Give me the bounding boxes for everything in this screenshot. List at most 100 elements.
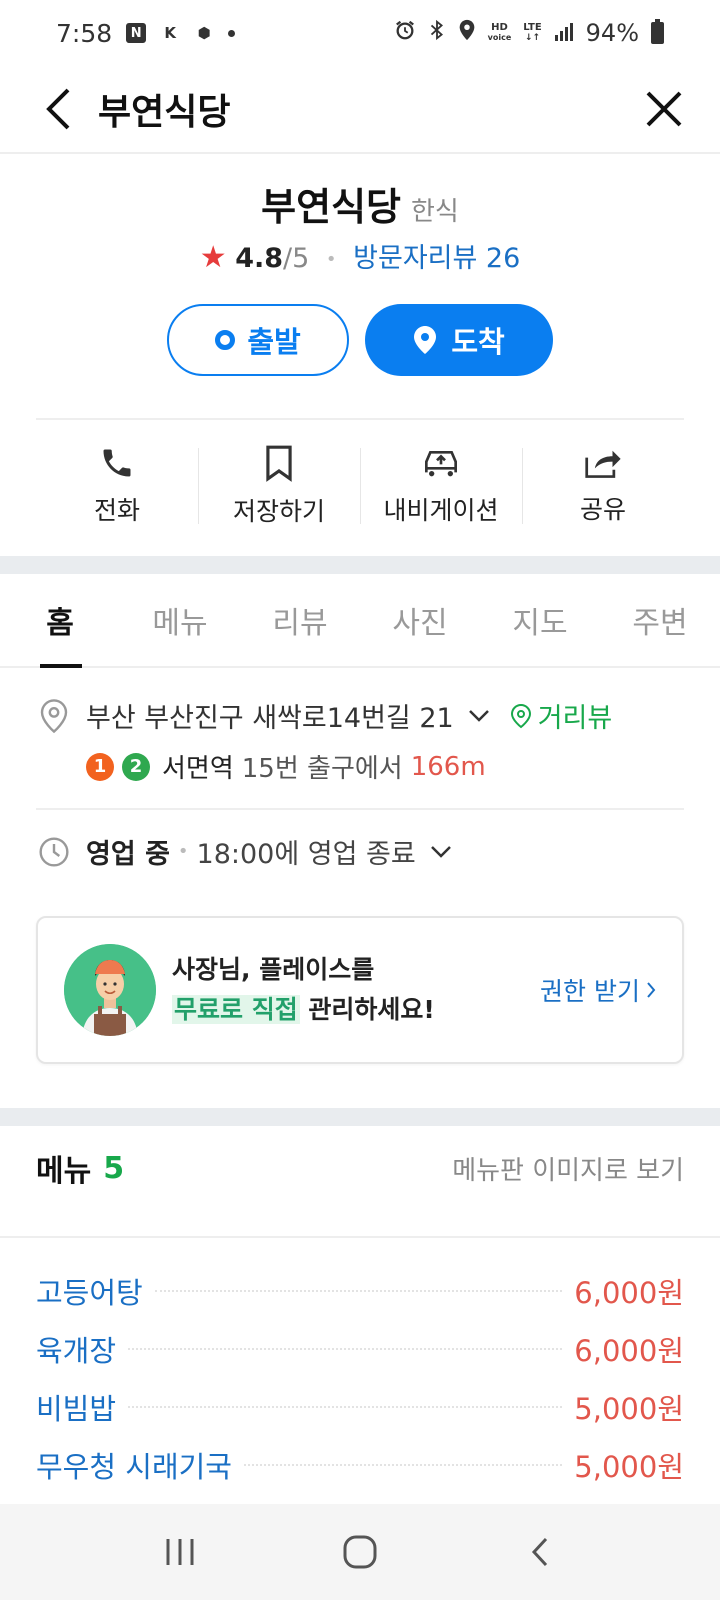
separator-dot: • [177,841,189,862]
rating-max: /5 [283,243,310,274]
address-expand-button[interactable] [468,709,490,723]
route-buttons: 출발 도착 [0,304,720,376]
chevron-right-icon [647,982,656,998]
system-back-button[interactable] [500,1512,580,1592]
station-exit: 15번 출구에서 [241,754,403,784]
owner-promo-line1: 사장님, 플레이스를 [172,955,375,984]
call-action[interactable]: 전화 [36,426,198,546]
owner-promo-card[interactable]: 사장님, 플레이스를 무료로 직접 관리하세요! 권한 받기 [36,916,684,1064]
menu-count: 5 [103,1150,125,1186]
menu-section-title: 메뉴 [36,1154,92,1189]
naver-notification-icon: N [126,23,147,43]
station-name: 서면역 [162,754,234,784]
subway-line-2-badge: 2 [122,752,150,781]
menu-item-price: 5,000원 [574,1392,684,1426]
save-action[interactable]: 저장하기 [198,426,360,546]
back-button[interactable] [30,81,86,137]
quick-actions: 전화 저장하기 내비게이션 공유 [36,426,684,546]
save-label: 저장하기 [232,497,325,526]
address-row: 부산 부산진구 새싹로14번길 21 거리뷰 [36,696,696,735]
rating-value: 4.8 [235,243,284,274]
start-button-label: 출발 [247,325,301,359]
close-button[interactable] [636,81,692,137]
tab-menu[interactable]: 메뉴 [120,574,240,666]
close-icon [646,91,682,127]
streetview-pin-icon [510,703,531,728]
chevron-down-icon [468,709,489,722]
navigation-action[interactable]: 내비게이션 [360,426,522,546]
home-icon [343,1535,377,1569]
menu-board-image-link[interactable]: 메뉴판 이미지로 보기 [452,1150,684,1187]
menu-item-name: 육개장 [36,1334,117,1368]
tab-nearby[interactable]: 주변 [600,574,720,666]
location-icon [458,19,476,47]
battery-percent: 94% [585,19,639,47]
navigation-car-icon [425,451,457,477]
lte-label: LTE [523,22,542,33]
lte-icon: LTE ↓↑ [523,22,542,44]
menu-item[interactable]: 육개장 6,000원 [36,1320,684,1378]
subway-line-1-badge: 1 [86,752,114,781]
hexagon-notification-icon: ⬢ [197,24,211,42]
start-point-icon [215,330,236,350]
hours-expand-icon [430,845,452,859]
menu-item[interactable]: 비빔밥 5,000원 [36,1378,684,1436]
tab-map[interactable]: 지도 [480,574,600,666]
arrive-button-label: 도착 [451,325,505,359]
hd-label: HD [491,22,508,33]
menu-item-name: 비빔밥 [36,1392,117,1426]
navigation-label: 내비게이션 [383,496,499,525]
chevron-down-icon [430,845,451,858]
dotted-leader [154,1290,563,1292]
dotted-leader [128,1348,563,1350]
menu-item-price: 6,000원 [574,1276,684,1310]
tab-reviews[interactable]: 리뷰 [240,574,360,666]
menu-item-name: 무우청 시래기국 [36,1450,232,1484]
dotted-leader [243,1464,563,1466]
station-distance: 166m [410,751,486,782]
separator-dot: • [325,249,337,270]
streetview-link[interactable]: 거리뷰 [510,696,612,735]
menu-header: 메뉴 5 메뉴판 이미지로 보기 [36,1128,684,1208]
top-app-bar: 부연식당 [0,66,720,154]
menu-item[interactable]: 무우청 시래기국 5,000원 [36,1436,684,1494]
dotted-leader [128,1406,563,1408]
tab-home[interactable]: 홈 [0,574,120,668]
signal-icon [554,19,574,47]
divider [36,808,684,810]
recent-apps-icon [166,1539,194,1565]
clock-icon [36,836,72,868]
alarm-icon [394,19,416,47]
tab-photos[interactable]: 사진 [360,574,480,666]
hd-voice-icon: HD voice [488,23,512,43]
rating-row: ★ 4.8/5 • 방문자리뷰 26 [0,236,720,275]
menu-item-price: 5,000원 [574,1450,684,1484]
app-notification-icon: K [164,24,176,42]
owner-promo-text: 사장님, 플레이스를 무료로 직접 관리하세요! [172,950,435,1030]
arrive-button[interactable]: 도착 [365,304,553,376]
bookmark-icon [266,445,292,482]
bluetooth-icon [428,19,446,47]
owner-avatar [64,944,156,1036]
status-time: 7:58 [56,18,113,48]
lte-arrows-icon: ↓↑ [524,33,541,43]
section-gap [0,1108,720,1126]
home-button[interactable] [320,1512,400,1592]
divider [36,418,684,420]
menu-item[interactable]: 고등어탕 6,000원 [36,1262,684,1320]
map-pin-icon [36,698,72,734]
star-icon: ★ [199,240,227,275]
visitor-review-link[interactable]: 방문자리뷰 26 [353,243,520,274]
place-category: 한식 [411,197,459,227]
hours-row[interactable]: 영업 중 • 18:00에 영업 종료 [36,832,472,871]
status-bar: 7:58 N K ⬢ HD voice LTE ↓↑ 94% [0,0,720,66]
subway-row: 1 2 서면역 15번 출구에서 166m [86,748,486,785]
recent-apps-button[interactable] [140,1512,220,1592]
claim-permission-link[interactable]: 권한 받기 [540,972,656,1008]
start-button[interactable]: 출발 [167,304,349,376]
phone-icon [103,449,131,477]
share-action[interactable]: 공유 [522,426,684,546]
place-summary: 부연식당 한식 ★ 4.8/5 • 방문자리뷰 26 출발 도착 전화 저장하기 … [0,156,720,556]
place-title-row: 부연식당 한식 [0,176,720,231]
call-label: 전화 [93,496,140,525]
